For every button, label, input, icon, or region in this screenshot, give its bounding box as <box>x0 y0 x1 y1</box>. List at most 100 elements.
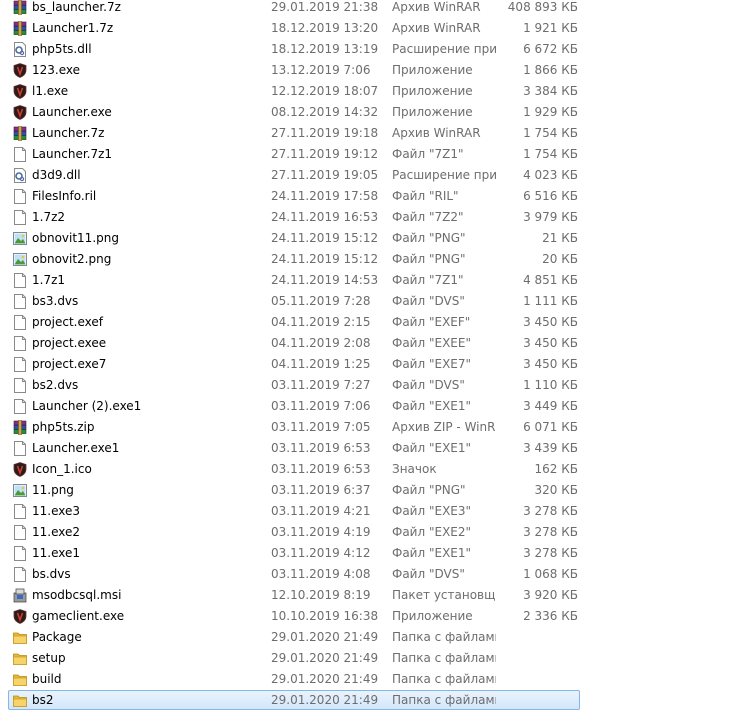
file-row-launcher-7z[interactable]: Launcher.7z 27.11.2019 19:18 Архив WinRAR 1… <box>0 123 734 144</box>
file-type: Папка с файлами <box>392 651 496 665</box>
file-name: bs2 <box>32 693 54 707</box>
file-type: Файл "EXE1" <box>392 399 472 413</box>
file-row-11-exe2[interactable]: 11.exe2 03.11.2019 4:19 Файл "EXE2" 3 278 К… <box>0 522 734 543</box>
file-name: 11.png <box>32 483 74 497</box>
file-name: 11.exe1 <box>32 546 81 560</box>
blank-file-icon <box>13 378 27 393</box>
file-date-modified: 27.11.2019 19:05 <box>271 168 379 182</box>
image-file-icon <box>13 483 27 498</box>
file-date-modified: 04.11.2019 1:25 <box>271 357 371 371</box>
file-date-modified: 04.11.2019 2:08 <box>271 336 371 350</box>
blank-file-icon <box>13 504 27 519</box>
file-row-1-7z2[interactable]: 1.7z2 24.11.2019 16:53 Файл "7Z2" 3 979 КБ <box>0 207 734 228</box>
file-date-modified: 08.12.2019 14:32 <box>271 105 379 119</box>
file-row-bs2-dvs[interactable]: bs2.dvs 03.11.2019 7:27 Файл "DVS" 1 110 КБ <box>0 375 734 396</box>
file-size: 1 754 КБ <box>523 147 578 161</box>
file-size: 1 866 КБ <box>523 63 578 77</box>
file-name: project.exee <box>32 336 107 350</box>
file-row-11-exe1[interactable]: 11.exe1 03.11.2019 4:12 Файл "EXE1" 3 278 К… <box>0 543 734 564</box>
file-name: Launcher.7z1 <box>32 147 113 161</box>
file-date-modified: 29.01.2020 21:49 <box>271 651 379 665</box>
file-row-11-png[interactable]: 11.png 03.11.2019 6:37 Файл "PNG" 320 КБ <box>0 480 734 501</box>
file-row-launcher-7z1[interactable]: Launcher.7z1 27.11.2019 19:12 Файл "7Z1" 1 … <box>0 144 734 165</box>
file-name: Icon_1.ico <box>32 462 92 476</box>
winrar-archive-icon <box>13 0 27 15</box>
file-name: bs.dvs <box>32 567 71 581</box>
file-row-bs3-dvs[interactable]: bs3.dvs 05.11.2019 7:28 Файл "DVS" 1 111 КБ <box>0 291 734 312</box>
file-row-build[interactable]: build 29.01.2020 21:49 Папка с файлами <box>0 669 734 690</box>
file-row-php5ts-dll[interactable]: php5ts.dll 18.12.2019 13:19 Расширение при… <box>0 39 734 60</box>
winrar-archive-icon <box>13 420 27 435</box>
file-date-modified: 03.11.2019 6:37 <box>271 483 371 497</box>
file-row-launcher-2-exe1[interactable]: Launcher (2).exe1 03.11.2019 7:06 Файл "EX… <box>0 396 734 417</box>
file-row-1-7z1[interactable]: 1.7z1 24.11.2019 14:53 Файл "7Z1" 4 851 КБ <box>0 270 734 291</box>
file-row-123-exe[interactable]: 123.exe 13.12.2019 7:06 Приложение 1 866 КБ <box>0 60 734 81</box>
file-type: Папка с файлами <box>392 672 496 686</box>
file-date-modified: 24.11.2019 17:58 <box>271 189 379 203</box>
file-size: 6 516 КБ <box>523 189 578 203</box>
image-file-icon <box>13 231 27 246</box>
file-type: Файл "EXE2" <box>392 525 472 539</box>
file-type: Значок <box>392 462 437 476</box>
image-file-icon <box>13 252 27 267</box>
file-row-obnovit2-png[interactable]: obnovit2.png 24.11.2019 15:12 Файл "PNG" 20… <box>0 249 734 270</box>
file-row-launcher-exe[interactable]: Launcher.exe 08.12.2019 14:32 Приложение 1 … <box>0 102 734 123</box>
file-name: msodbcsql.msi <box>32 588 122 602</box>
blank-file-icon <box>13 441 27 456</box>
folder-icon <box>13 630 27 645</box>
file-type: Файл "RIL" <box>392 189 459 203</box>
file-type: Приложение <box>392 84 473 98</box>
file-type: Файл "DVS" <box>392 378 465 392</box>
file-name: gameclient.exe <box>32 609 125 623</box>
file-type: Файл "EXEE" <box>392 336 471 350</box>
file-row-launcher-exe1[interactable]: Launcher.exe1 03.11.2019 6:53 Файл "EXE1" 3… <box>0 438 734 459</box>
file-row-project-exee[interactable]: project.exee 04.11.2019 2:08 Файл "EXEE" 3 … <box>0 333 734 354</box>
file-name: php5ts.zip <box>32 420 95 434</box>
file-size: 3 278 КБ <box>523 546 578 560</box>
file-name: l1.exe <box>32 84 69 98</box>
file-row-icon-1-ico[interactable]: Icon_1.ico 03.11.2019 6:53 Значок 162 КБ <box>0 459 734 480</box>
file-name: obnovit11.png <box>32 231 119 245</box>
file-size: 162 КБ <box>534 462 578 476</box>
file-row-l1-exe[interactable]: l1.exe 12.12.2019 18:07 Приложение 3 384 КБ <box>0 81 734 102</box>
file-size: 3 384 КБ <box>523 84 578 98</box>
file-row-gameclient-exe[interactable]: gameclient.exe 10.10.2019 16:38 Приложение… <box>0 606 734 627</box>
file-type: Папка с файлами <box>392 693 496 707</box>
file-row-obnovit11-png[interactable]: obnovit11.png 24.11.2019 15:12 Файл "PNG" 2… <box>0 228 734 249</box>
file-name: Launcher (2).exe1 <box>32 399 142 413</box>
file-date-modified: 29.01.2020 21:49 <box>271 672 379 686</box>
file-date-modified: 24.11.2019 15:12 <box>271 231 379 245</box>
file-row-launcher1-7z[interactable]: Launcher1.7z 18.12.2019 13:20 Архив WinRAR… <box>0 18 734 39</box>
file-row-bs2[interactable]: bs2 29.01.2020 21:49 Папка с файлами <box>0 690 734 711</box>
file-row-project-exef[interactable]: project.exef 04.11.2019 2:15 Файл "EXEF" 3 … <box>0 312 734 333</box>
file-row-filesinfo-ril[interactable]: FilesInfo.ril 24.11.2019 17:58 Файл "RIL" 6… <box>0 186 734 207</box>
file-date-modified: 29.01.2019 21:38 <box>271 0 379 14</box>
file-name: Launcher1.7z <box>32 21 114 35</box>
file-type: Приложение <box>392 105 473 119</box>
file-row-php5ts-zip[interactable]: php5ts.zip 03.11.2019 7:05 Архив ZIP - Win… <box>0 417 734 438</box>
file-name: Launcher.7z <box>32 126 105 140</box>
file-size: 21 КБ <box>542 231 578 245</box>
file-size: 4 851 КБ <box>523 273 578 287</box>
file-date-modified: 10.10.2019 16:38 <box>271 609 379 623</box>
file-row-project-exe7[interactable]: project.exe7 04.11.2019 1:25 Файл "EXE7" 3 … <box>0 354 734 375</box>
file-type: Архив WinRAR <box>392 126 481 140</box>
file-row-msodbcsql-msi[interactable]: msodbcsql.msi 12.10.2019 8:19 Пакет устано… <box>0 585 734 606</box>
file-size: 1 754 КБ <box>523 126 578 140</box>
file-date-modified: 03.11.2019 4:21 <box>271 504 371 518</box>
file-row-package[interactable]: Package 29.01.2020 21:49 Папка с файлами <box>0 627 734 648</box>
file-row-11-exe3[interactable]: 11.exe3 03.11.2019 4:21 Файл "EXE3" 3 278 К… <box>0 501 734 522</box>
file-row-bs-dvs[interactable]: bs.dvs 03.11.2019 4:08 Файл "DVS" 1 068 КБ <box>0 564 734 585</box>
file-date-modified: 24.11.2019 16:53 <box>271 210 379 224</box>
file-size: 1 068 КБ <box>523 567 578 581</box>
file-size: 3 278 КБ <box>523 525 578 539</box>
file-row-setup[interactable]: setup 29.01.2020 21:49 Папка с файлами <box>0 648 734 669</box>
file-name: project.exef <box>32 315 103 329</box>
blank-file-icon <box>13 315 27 330</box>
winrar-archive-icon <box>13 126 27 141</box>
file-row-bs-launcher-7z[interactable]: bs_launcher.7z 29.01.2019 21:38 Архив WinR… <box>0 0 734 18</box>
blank-file-icon <box>13 399 27 414</box>
file-type: Расширение при... <box>392 42 496 56</box>
file-row-d3d9-dll[interactable]: d3d9.dll 27.11.2019 19:05 Расширение при..… <box>0 165 734 186</box>
file-date-modified: 24.11.2019 15:12 <box>271 252 379 266</box>
